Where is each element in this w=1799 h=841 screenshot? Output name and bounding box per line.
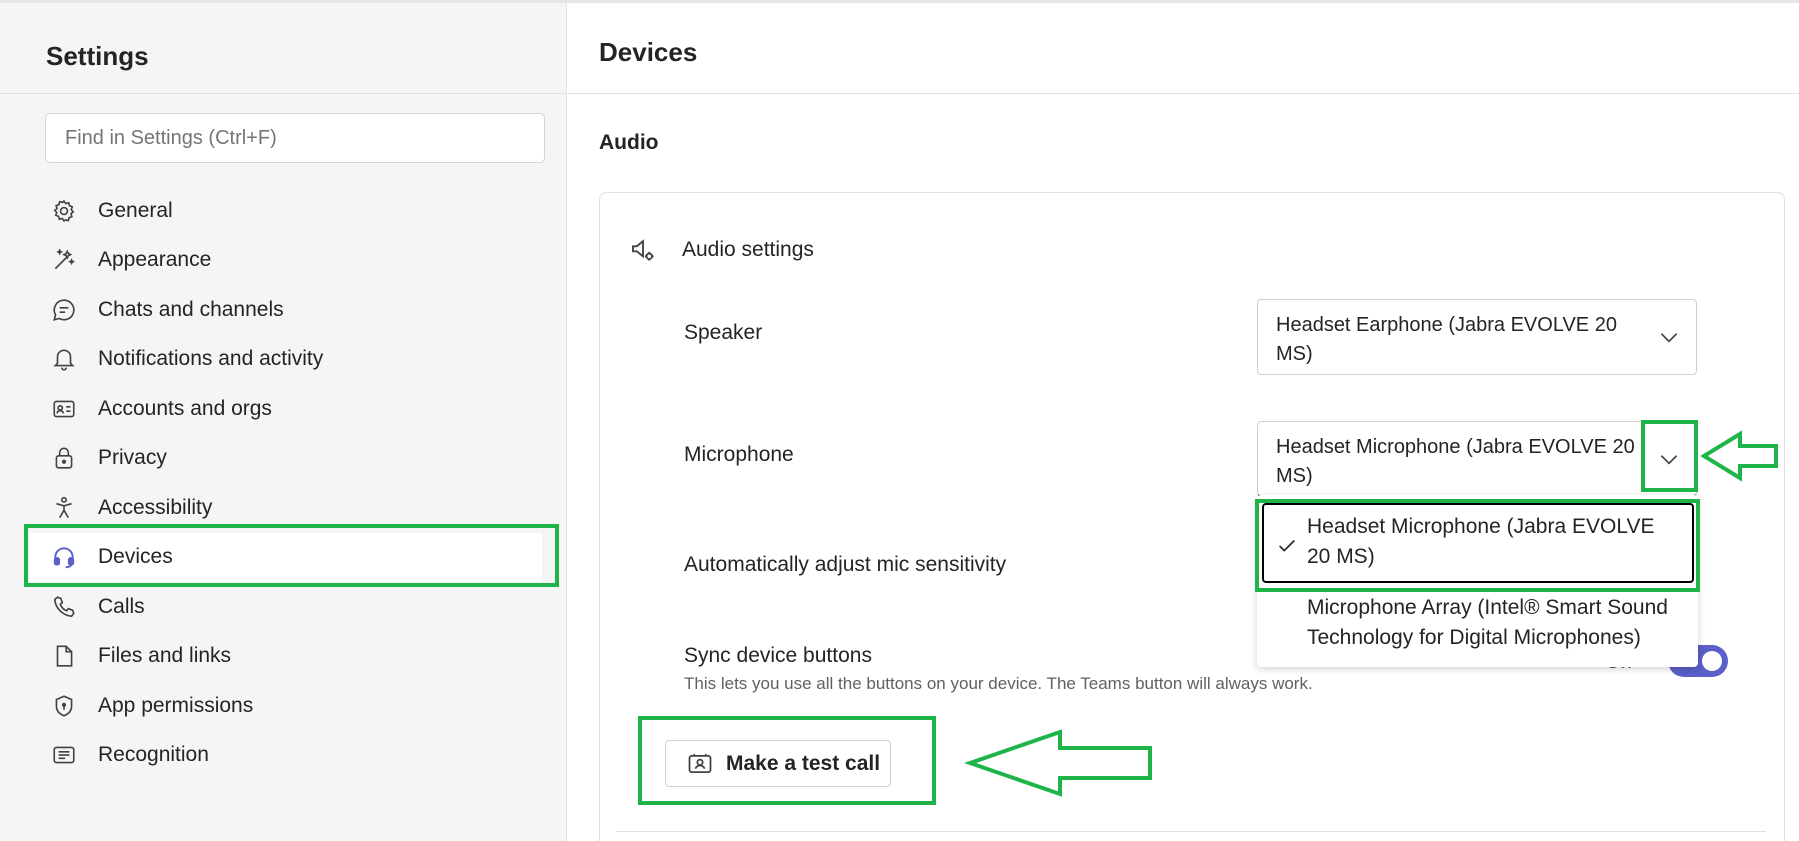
speaker-settings-icon xyxy=(632,239,654,261)
text-box-icon xyxy=(50,741,78,769)
accessibility-icon xyxy=(50,494,78,522)
sidebar-item-label: Chats and channels xyxy=(98,297,284,321)
speaker-select-value: Headset Earphone (Jabra EVOLVE 20 MS) xyxy=(1276,314,1617,365)
microphone-select-value: Headset Microphone (Jabra EVOLVE 20 MS) xyxy=(1276,436,1635,487)
sidebar-item-label: Appearance xyxy=(98,248,212,272)
chat-bubble-icon xyxy=(50,296,78,324)
sidebar-item-appearance[interactable]: Appearance xyxy=(0,236,567,286)
page-title: Devices xyxy=(599,37,698,67)
lock-icon xyxy=(50,444,78,472)
sidebar-item-accounts-and-orgs[interactable]: Accounts and orgs xyxy=(0,384,567,434)
contact-card-icon xyxy=(50,395,78,423)
sidebar-item-label: Notifications and activity xyxy=(98,347,324,371)
audio-section-title: Audio xyxy=(599,131,659,154)
settings-sidebar: Settings General Appearance Chats and ch… xyxy=(0,3,567,841)
sidebar-item-label: Recognition xyxy=(98,743,209,767)
sidebar-item-notifications[interactable]: Notifications and activity xyxy=(0,335,567,385)
chevron-down-icon[interactable] xyxy=(1656,324,1682,350)
sidebar-title: Settings xyxy=(46,41,149,71)
sidebar-item-recognition[interactable]: Recognition xyxy=(0,731,567,781)
chevron-highlight-box xyxy=(1641,420,1698,492)
test-call-highlight-box xyxy=(638,716,936,805)
sidebar-item-chats-and-channels[interactable]: Chats and channels xyxy=(0,285,567,335)
annotation-arrow-left-icon xyxy=(964,729,1152,797)
audio-settings-label: Audio settings xyxy=(682,238,814,261)
auto-adjust-mic-label: Automatically adjust mic sensitivity xyxy=(684,553,1007,576)
sidebar-item-label: Calls xyxy=(98,594,145,618)
sidebar-item-label: General xyxy=(98,198,173,222)
sync-device-buttons-description: This lets you use all the buttons on you… xyxy=(684,674,1313,693)
sidebar-item-calls[interactable]: Calls xyxy=(0,582,567,632)
toggle-knob xyxy=(1702,651,1722,671)
gear-icon xyxy=(50,197,78,225)
sidebar-item-privacy[interactable]: Privacy xyxy=(0,434,567,484)
shield-icon xyxy=(50,692,78,720)
settings-nav: General Appearance Chats and channels No… xyxy=(0,186,567,780)
sidebar-divider xyxy=(0,93,567,94)
sidebar-item-label: Files and links xyxy=(98,644,232,668)
magic-wand-icon xyxy=(50,246,78,274)
sync-device-buttons-label: Sync device buttons xyxy=(684,644,872,667)
document-icon xyxy=(50,642,78,670)
mic-option-label: Microphone Array (Intel® Smart Sound Tec… xyxy=(1307,596,1668,649)
bell-icon xyxy=(50,345,78,373)
microphone-select[interactable]: Headset Microphone (Jabra EVOLVE 20 MS) xyxy=(1257,421,1697,497)
settings-search-input[interactable] xyxy=(45,113,545,163)
phone-icon xyxy=(50,593,78,621)
card-divider xyxy=(616,831,1766,832)
sidebar-item-label: Privacy xyxy=(98,446,167,470)
sidebar-item-label: Accessibility xyxy=(98,495,213,519)
microphone-label: Microphone xyxy=(684,443,794,466)
sidebar-item-label: Accounts and orgs xyxy=(98,396,272,420)
speaker-select[interactable]: Headset Earphone (Jabra EVOLVE 20 MS) xyxy=(1257,299,1697,375)
audio-settings-heading: Audio settings xyxy=(628,235,814,265)
speaker-label: Speaker xyxy=(684,321,763,344)
devices-highlight-box xyxy=(24,524,559,587)
sidebar-item-label: App permissions xyxy=(98,693,254,717)
sidebar-item-app-permissions[interactable]: App permissions xyxy=(0,681,567,731)
annotation-arrow-left-icon xyxy=(1700,430,1778,482)
header-divider xyxy=(568,93,1799,94)
selected-option-highlight-box xyxy=(1255,499,1700,592)
sidebar-item-general[interactable]: General xyxy=(0,186,567,236)
sidebar-item-files-and-links[interactable]: Files and links xyxy=(0,632,567,682)
mic-option-microphone-array[interactable]: Microphone Array (Intel® Smart Sound Tec… xyxy=(1257,593,1698,653)
